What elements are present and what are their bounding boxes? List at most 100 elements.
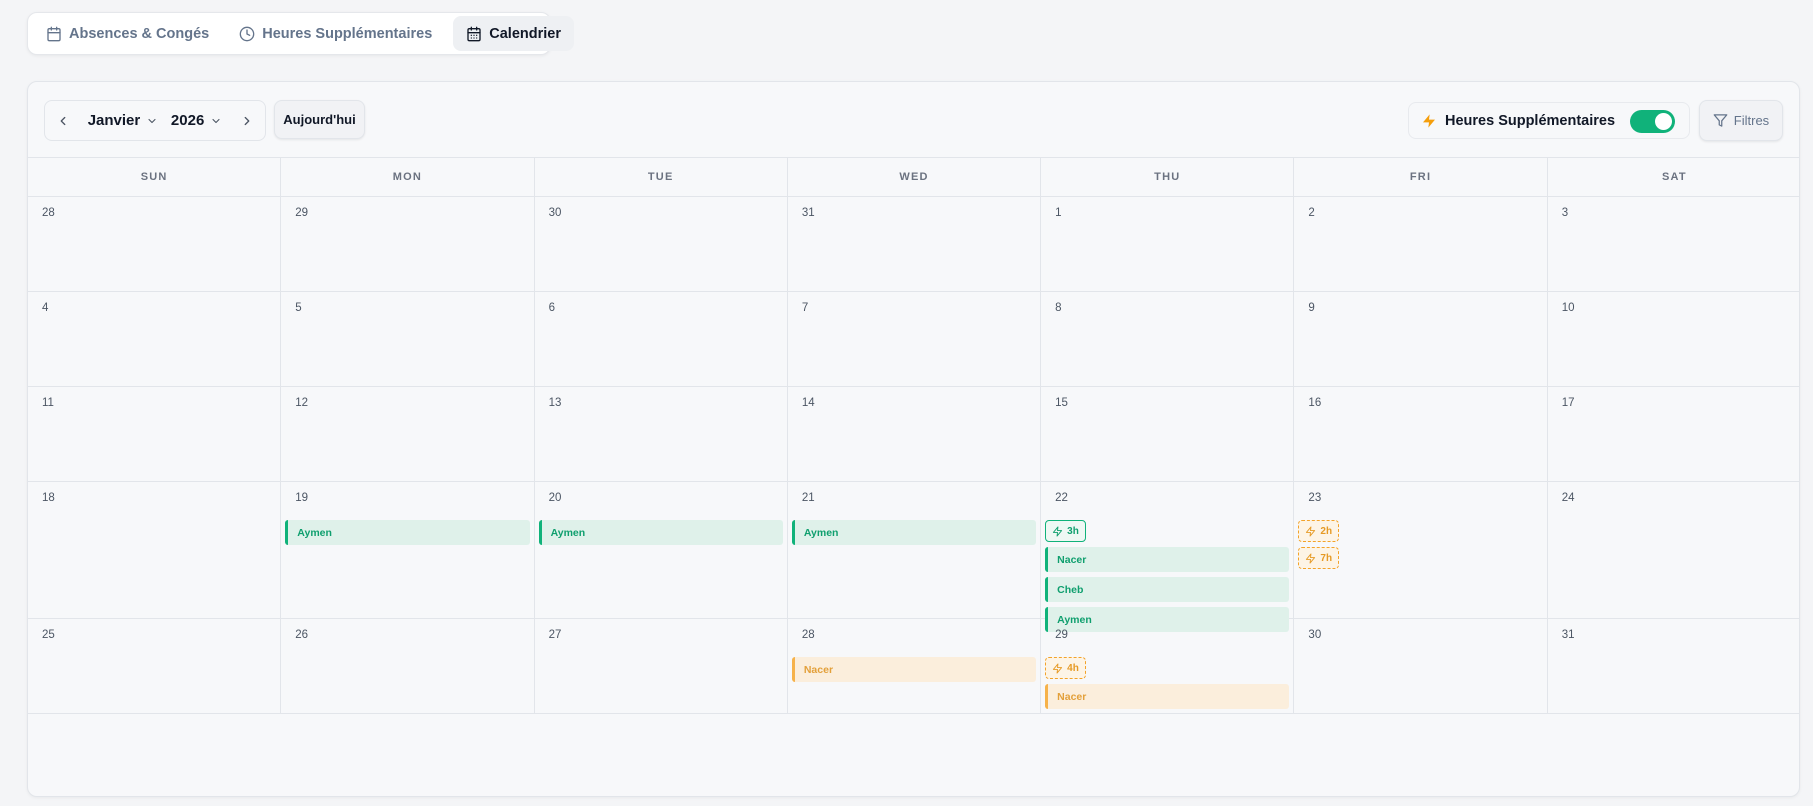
filters-button[interactable]: Filtres [1699, 100, 1783, 141]
day-number: 31 [801, 207, 815, 219]
overtime-chip[interactable]: 3h [1045, 520, 1087, 542]
tab-overtime[interactable]: Heures Supplémentaires [226, 16, 445, 51]
day-cell[interactable]: 29 [281, 197, 535, 291]
day-cell[interactable]: 31 [788, 197, 1042, 291]
day-number: 6 [548, 302, 555, 314]
day-number: 10 [1561, 302, 1575, 314]
day-number: 3 [1561, 207, 1569, 219]
absence-event[interactable]: Cheb [1045, 577, 1290, 602]
day-events: 3h Nacer Cheb Aymen [1045, 520, 1290, 632]
day-cell[interactable]: 23 2h 7h [1294, 482, 1548, 632]
day-number: 30 [1308, 629, 1322, 641]
weekday-label: THU [1041, 158, 1295, 196]
day-cell[interactable]: 8 [1041, 292, 1295, 386]
day-cell[interactable]: 16 [1294, 387, 1548, 481]
weekday-label: MON [281, 158, 535, 196]
day-number: 16 [1308, 397, 1322, 409]
bolt-icon [1052, 662, 1063, 674]
overtime-toggle-group: Heures Supplémentaires [1408, 102, 1690, 139]
overtime-toggle-switch[interactable] [1630, 110, 1675, 133]
tab-absences[interactable]: Absences & Congés [33, 16, 222, 51]
filters-label: Filtres [1733, 113, 1770, 128]
day-cell[interactable]: 5 [281, 292, 535, 386]
day-number: 8 [1055, 302, 1062, 314]
today-button[interactable]: Aujourd'hui [274, 100, 365, 139]
day-cell[interactable]: 11 [28, 387, 282, 481]
day-number: 4 [42, 302, 49, 314]
weekday-label: SUN [28, 158, 282, 196]
day-number: 17 [1561, 397, 1575, 409]
month-select[interactable]: Janvier [88, 112, 159, 129]
absence-event[interactable]: Nacer [1045, 547, 1290, 572]
day-number: 2 [1308, 207, 1315, 219]
chevron-down-icon [148, 118, 156, 123]
day-cell[interactable]: 31 [1548, 619, 1799, 713]
chevron-left-icon [60, 116, 66, 125]
day-cell[interactable]: 9 [1294, 292, 1548, 386]
tab-absences-label: Absences & Congés [69, 25, 210, 42]
day-cell[interactable]: 1 [1041, 197, 1295, 291]
next-month-button[interactable] [235, 109, 259, 133]
day-cell[interactable]: 28 Nacer [788, 619, 1042, 713]
day-cell[interactable]: 14 [788, 387, 1042, 481]
day-cell[interactable]: 22 3h Nacer Cheb Aymen [1041, 482, 1295, 632]
absence-event[interactable]: Aymen [285, 520, 530, 545]
week-row: 28 29 30 31 1 2 3 [28, 197, 1799, 292]
tab-overtime-label: Heures Supplémentaires [262, 25, 433, 42]
pending-absence-event[interactable]: Nacer [791, 657, 1037, 682]
day-events: Aymen [791, 520, 1037, 545]
day-cell[interactable]: 19 Aymen [281, 482, 535, 632]
day-cell[interactable]: 21 Aymen [788, 482, 1042, 632]
day-cell[interactable]: 27 [535, 619, 788, 713]
tab-calendar[interactable]: Calendrier [453, 16, 574, 51]
day-cell[interactable]: 29 4h Nacer [1041, 619, 1295, 713]
overtime-chip[interactable]: 7h [1298, 547, 1340, 569]
day-number: 23 [1308, 492, 1322, 504]
day-cell[interactable]: 30 [1294, 619, 1548, 713]
day-cell[interactable]: 7 [788, 292, 1042, 386]
calendar-toolbar: Janvier 2026 Aujourd'hui Heures Suppléme… [28, 82, 1799, 158]
day-number: 13 [548, 397, 562, 409]
weekday-header: SUN MON TUE WED THU FRI SAT [28, 158, 1799, 197]
month-value: Janvier [87, 112, 141, 129]
pending-absence-event[interactable]: Nacer [1045, 684, 1290, 709]
day-cell[interactable]: 13 [535, 387, 788, 481]
day-cell[interactable]: 28 [28, 197, 282, 291]
day-events: 4h Nacer [1045, 657, 1290, 709]
day-number: 28 [42, 207, 55, 219]
day-cell[interactable]: 6 [535, 292, 788, 386]
day-cell[interactable]: 26 [281, 619, 535, 713]
overtime-chip[interactable]: 2h [1298, 520, 1340, 542]
bolt-icon [1305, 525, 1316, 537]
day-cell[interactable]: 24 [1548, 482, 1799, 632]
absence-event[interactable]: Aymen [791, 520, 1037, 545]
day-cell[interactable]: 2 [1294, 197, 1548, 291]
day-cell[interactable]: 10 [1548, 292, 1799, 386]
year-select[interactable]: 2026 [171, 112, 222, 129]
section-tabs: Absences & Congés Heures Supplémentaires… [27, 12, 574, 55]
prev-month-button[interactable] [51, 109, 75, 133]
weekday-label: TUE [535, 158, 788, 196]
week-row: 25 26 27 28 Nacer 29 4h Nacer 30 31 [28, 619, 1799, 714]
day-cell[interactable]: 30 [535, 197, 788, 291]
day-number: 29 [1055, 629, 1068, 641]
clock-icon [239, 26, 255, 41]
filter-icon [1713, 114, 1728, 127]
day-cell[interactable]: 15 [1041, 387, 1295, 481]
day-cell[interactable]: 12 [281, 387, 535, 481]
bolt-icon [1052, 525, 1063, 537]
day-cell[interactable]: 25 [28, 619, 282, 713]
day-cell[interactable]: 20 Aymen [535, 482, 788, 632]
day-number: 26 [295, 629, 309, 641]
day-number: 12 [295, 397, 309, 409]
toggle-knob [1655, 113, 1672, 130]
day-number: 9 [1308, 302, 1315, 314]
day-cell[interactable]: 4 [28, 292, 282, 386]
day-cell[interactable]: 17 [1548, 387, 1799, 481]
day-cell[interactable]: 18 [28, 482, 282, 632]
day-events: Nacer [791, 657, 1037, 682]
absence-event[interactable]: Aymen [538, 520, 783, 545]
day-cell[interactable]: 3 [1548, 197, 1799, 291]
day-number: 24 [1561, 492, 1575, 504]
overtime-chip[interactable]: 4h [1045, 657, 1087, 679]
